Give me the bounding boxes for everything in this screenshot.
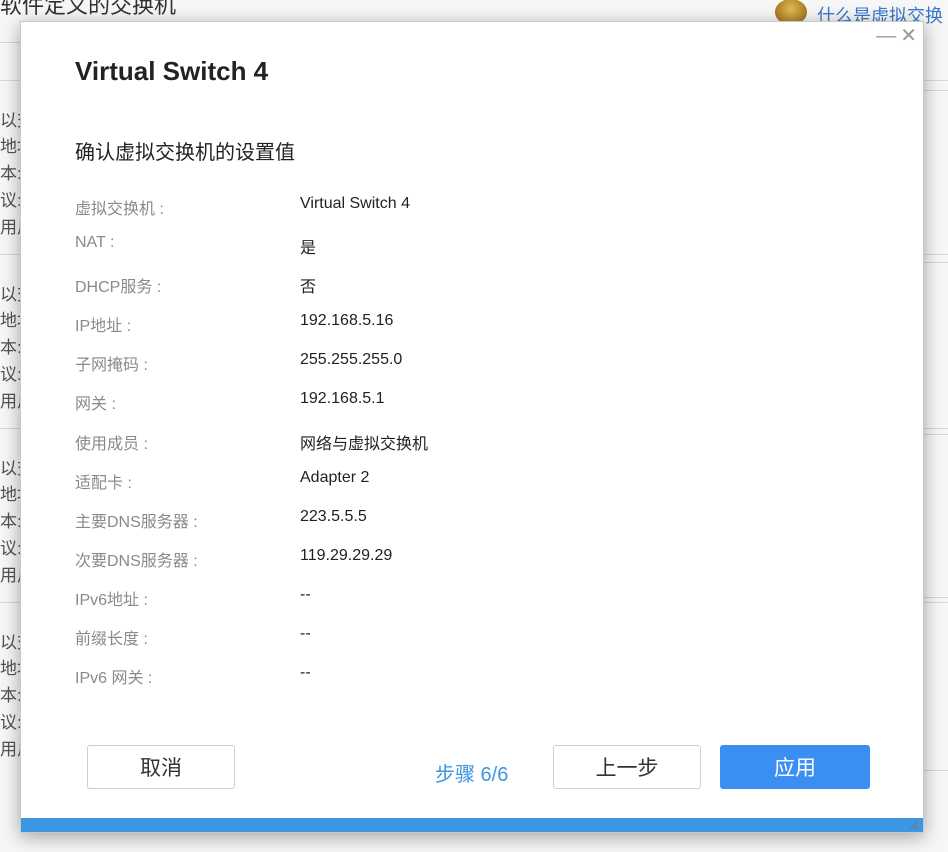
row-label: 主要DNS服务器 : <box>75 513 198 531</box>
wizard-progress-bar <box>21 818 923 832</box>
row-label: 使用成员 : <box>75 435 148 453</box>
row-value: 是 <box>300 240 317 258</box>
dialog-title: Virtual Switch 4 <box>75 56 269 86</box>
row-value: 223.5.5.5 <box>300 507 367 525</box>
step-indicator: 步骤 6/6 <box>435 764 509 786</box>
row-label: NAT : <box>75 234 115 252</box>
row-label: 适配卡 : <box>75 474 132 492</box>
row-label: 子网掩码 : <box>75 357 148 375</box>
cancel-button[interactable]: 取消 <box>87 745 235 789</box>
row-label: IP地址 : <box>75 318 132 336</box>
row-value: -- <box>300 585 311 603</box>
row-value: Virtual Switch 4 <box>300 195 410 212</box>
section-title: 确认虚拟交换机的设置值 <box>75 142 295 164</box>
row-value: 255.255.255.0 <box>300 351 403 369</box>
row-label: 前缀长度 : <box>75 631 148 649</box>
row-label: 虚拟交换机 : <box>75 201 164 218</box>
row-value: 192.168.5.16 <box>300 312 394 330</box>
row-label: 网关 : <box>75 396 116 414</box>
apply-button[interactable]: 应用 <box>720 745 870 789</box>
row-label: IPv6地址 : <box>75 591 148 609</box>
row-value: 192.168.5.1 <box>300 390 385 408</box>
row-label: 次要DNS服务器 : <box>75 552 198 570</box>
close-icon[interactable]: ✕ <box>900 26 917 46</box>
row-value: -- <box>300 664 311 682</box>
row-value: 否 <box>300 279 317 297</box>
row-label: DHCP服务 : <box>75 279 162 297</box>
row-value: -- <box>300 625 311 643</box>
minimize-icon[interactable]: — <box>876 26 896 46</box>
row-label: IPv6 网关 : <box>75 670 153 688</box>
previous-step-button[interactable]: 上一步 <box>553 745 701 789</box>
row-value: Adapter 2 <box>300 468 370 486</box>
row-value: 119.29.29.29 <box>300 546 393 564</box>
window-controls: — ✕ <box>876 26 917 46</box>
resize-grip-icon[interactable] <box>907 818 919 830</box>
virtual-switch-wizard-dialog: — ✕ Virtual Switch 4 确认虚拟交换机的设置值 虚拟交换机 :… <box>20 21 924 833</box>
row-value: 网络与虚拟交换机 <box>300 435 429 453</box>
progress-fill <box>21 818 923 832</box>
